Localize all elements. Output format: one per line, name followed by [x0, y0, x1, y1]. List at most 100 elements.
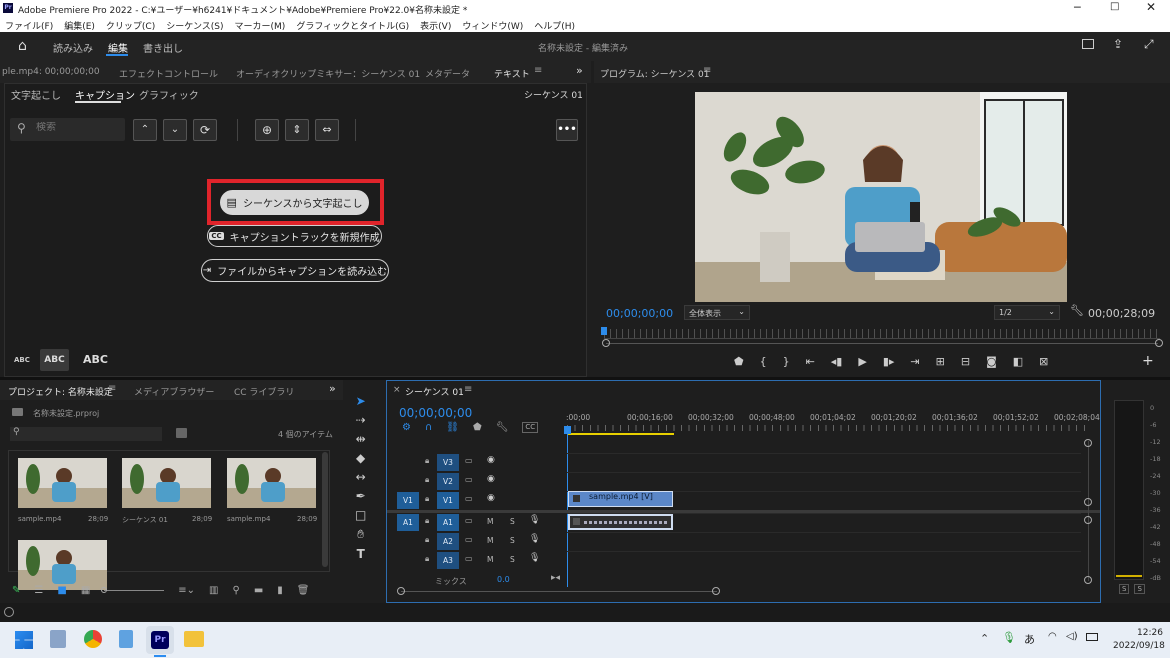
hand-icon[interactable]: ✋︎ — [357, 527, 364, 542]
menu-item-3[interactable]: シーケンス(S) — [166, 19, 223, 32]
lock-icon[interactable]: 🔒︎ — [425, 535, 429, 545]
list-view-icon[interactable]: ☰ — [34, 585, 43, 596]
import-caption-button[interactable]: ⇥ ファイルからキャプションを読み込む — [201, 259, 389, 282]
tab-import[interactable]: 読み込み — [53, 40, 93, 55]
search-input[interactable] — [36, 122, 116, 133]
solo-button[interactable]: S — [510, 536, 515, 545]
eye-icon[interactable]: ◉ — [487, 474, 495, 484]
wifi-icon[interactable]: ◠ — [1048, 631, 1057, 642]
clock-date[interactable]: 2022/09/18 — [1113, 641, 1165, 651]
freeform-view-icon[interactable]: ▦ — [81, 585, 90, 596]
mute-button[interactable]: M — [487, 517, 493, 526]
microphone-icon[interactable]: 🎙︎ — [529, 534, 540, 544]
merge-caption-button[interactable]: ⇔ — [315, 119, 339, 141]
subtab-graphics[interactable]: グラフィック — [139, 87, 199, 102]
fit-select[interactable]: 全体表示 ⌄ — [684, 305, 750, 320]
track-target[interactable]: A3 — [437, 552, 459, 569]
icon-view-icon[interactable]: ■ — [57, 585, 66, 596]
mark-in-icon[interactable]: { — [760, 355, 767, 368]
tab-cc-library[interactable]: CC ライブラリ — [234, 385, 294, 398]
sync-lock-icon[interactable]: ▭ — [465, 456, 473, 465]
pencil-icon[interactable]: ✎ — [12, 585, 20, 596]
automate-icon[interactable]: ▥ — [209, 585, 218, 596]
new-bin-icon[interactable]: ▬ — [254, 585, 263, 596]
source-patch[interactable]: V1 — [397, 492, 419, 509]
caption-cc-icon[interactable]: CC — [522, 422, 539, 433]
track-lane[interactable] — [567, 472, 1081, 491]
step-forward-icon[interactable]: ▮▸ — [883, 355, 895, 368]
track-lane[interactable] — [567, 532, 1081, 551]
home-icon[interactable]: ⌂ — [18, 38, 27, 54]
close-icon[interactable]: ✕ — [1146, 0, 1156, 14]
project-scrollbar[interactable] — [322, 452, 328, 567]
solo-button[interactable]: S — [510, 555, 515, 564]
new-item-icon[interactable]: ▮ — [277, 585, 283, 596]
monitor-zoom-bar[interactable] — [606, 343, 1158, 344]
find-icon[interactable]: ⚲ — [232, 585, 239, 596]
play-icon[interactable]: ▶ — [858, 355, 866, 368]
text-size-medium[interactable]: ABC — [40, 349, 69, 371]
vr-icon[interactable]: ⊠ — [1039, 355, 1048, 368]
add-marker-icon[interactable]: ⬟ — [473, 422, 482, 433]
menu-item-1[interactable]: 編集(E) — [64, 19, 95, 32]
mark-out-icon[interactable]: } — [783, 355, 790, 368]
menu-item-2[interactable]: クリップ(C) — [106, 19, 155, 32]
zoom-slider[interactable] — [101, 587, 165, 593]
timeline-timecode[interactable]: 00;00;00;00 — [399, 406, 472, 420]
windows-start-icon[interactable] — [15, 631, 33, 649]
razor-icon[interactable]: ◆ — [356, 451, 365, 465]
vscroll-bottom-handle[interactable] — [1084, 576, 1092, 584]
menu-item-4[interactable]: マーカー(M) — [235, 19, 286, 32]
sync-lock-icon[interactable]: ▭ — [465, 516, 473, 525]
monitor-playhead[interactable] — [601, 327, 607, 335]
tab-audio-mixer[interactable]: オーディオクリップミキサー：シーケンス 01 — [236, 67, 420, 80]
rectangle-icon[interactable]: □ — [355, 508, 366, 522]
lock-icon[interactable]: 🔒︎ — [425, 456, 429, 466]
microphone-icon[interactable]: 🎙︎ — [529, 553, 540, 563]
tab-metadata[interactable]: メタデータ — [425, 67, 470, 80]
resolution-select[interactable]: 1/2 ⌄ — [994, 305, 1060, 320]
text-size-large[interactable]: ABC — [83, 353, 108, 366]
clip-audio[interactable] — [568, 514, 673, 530]
tab-text[interactable]: テキスト — [494, 67, 530, 80]
timeline-zoom-left[interactable] — [397, 587, 405, 595]
playhead-timecode[interactable]: 00;00;00;00 — [606, 307, 673, 320]
timeline-title[interactable]: シーケンス 01 — [405, 385, 464, 398]
mute-button[interactable]: M — [487, 536, 493, 545]
settings-wrench-icon[interactable]: 🔧︎ — [496, 422, 509, 433]
panel-menu-icon[interactable]: ≡ — [534, 65, 542, 76]
go-to-out-icon[interactable]: ⇥ — [910, 355, 919, 368]
task-view-icon[interactable] — [50, 630, 66, 648]
fullscreen-icon[interactable]: ⤢ — [1144, 37, 1154, 52]
trash-icon[interactable]: 🗑︎ — [297, 585, 310, 596]
track-target[interactable]: V3 — [437, 454, 459, 471]
menu-item-6[interactable]: 表示(V) — [420, 19, 451, 32]
track-target[interactable]: V1 — [437, 492, 459, 509]
timeline-zoom-right[interactable] — [712, 587, 720, 595]
tab-edit[interactable]: 編集 — [108, 40, 128, 55]
sync-lock-icon[interactable]: ▭ — [465, 554, 473, 563]
vscroll-mid-handle-2[interactable] — [1084, 516, 1092, 524]
solo-left-button[interactable]: S — [1119, 584, 1130, 594]
caption-search[interactable]: ⚲ — [10, 118, 125, 141]
ripple-edit-icon[interactable]: ⇹ — [356, 432, 366, 446]
type-tool-icon[interactable]: T — [357, 547, 365, 561]
vertical-scroll[interactable] — [1088, 441, 1089, 581]
time-ruler[interactable]: :00;00 00;00;16;00 00;00;32;00 00;00;48;00 0… — [566, 411, 1100, 433]
go-to-end-icon[interactable]: ▸◂ — [551, 573, 560, 583]
menu-item-5[interactable]: グラフィックとタイトル(G) — [296, 19, 409, 32]
project-thumbnail[interactable] — [18, 458, 107, 508]
lift-icon[interactable]: ⊞ — [936, 355, 945, 368]
sync-lock-icon[interactable]: ▭ — [465, 475, 473, 484]
battery-icon[interactable] — [1086, 633, 1098, 641]
microphone-icon[interactable]: 🎙︎ — [1002, 631, 1016, 644]
clock-time[interactable]: 12:26 — [1137, 628, 1163, 638]
tray-chevron-icon[interactable]: ⌃ — [980, 632, 989, 645]
vscroll-top-handle[interactable] — [1084, 439, 1092, 447]
comparison-icon[interactable]: ◧ — [1013, 355, 1023, 368]
vscroll-mid-handle[interactable] — [1084, 498, 1092, 506]
extract-icon[interactable]: ⊟ — [961, 355, 970, 368]
source-patch[interactable]: A1 — [397, 514, 419, 531]
marker-icon[interactable]: ⬟ — [734, 355, 744, 368]
monitor-ruler[interactable] — [604, 329, 1160, 339]
